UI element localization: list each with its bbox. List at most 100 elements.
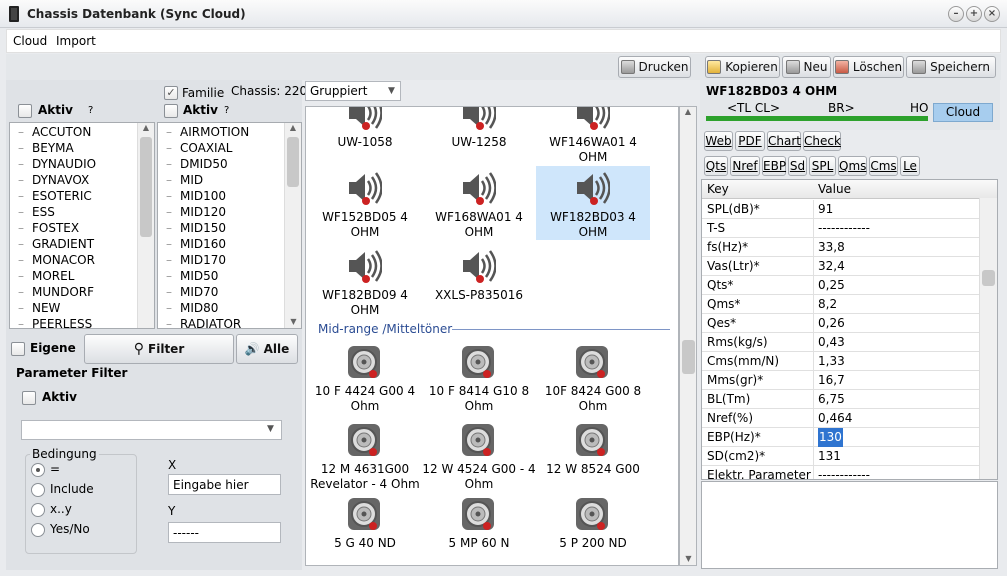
table-row[interactable]: BL(Tm) 6,75 (702, 390, 982, 409)
list-item[interactable]: – MID100 (158, 188, 226, 204)
list-item[interactable]: – MID (158, 172, 203, 188)
param-aktiv-checkbox[interactable] (22, 391, 36, 405)
table-row[interactable]: Vas(Ltr)* 32,4 (702, 257, 982, 276)
chassis-tile[interactable]: 10 F 4424 G00 4 Ohm (308, 340, 422, 414)
chassis-gallery[interactable]: Mid-range /Mitteltöner UW-1058 UW-1258 WF1… (305, 106, 679, 566)
brand-list[interactable]: – ACCUTON – BEYMA – DYNAUDIO – DYNAVOX – ESOTERIC… (9, 122, 155, 329)
list-item[interactable]: – MOREL (10, 268, 74, 284)
table-row[interactable]: SD(cm2)* 131 (702, 447, 982, 466)
scroll-up-icon[interactable]: ▲ (680, 107, 696, 116)
chassis-tile[interactable]: 12 W 4524 G00 - 4 Ohm (422, 418, 536, 492)
table-row[interactable]: Mms(gr)* 16,7 (702, 371, 982, 390)
tab-qms[interactable]: Qms (838, 156, 867, 176)
list-item[interactable]: – BEYMA (10, 140, 74, 156)
list-item[interactable]: – ESOTERIC (10, 188, 92, 204)
group-select[interactable]: Gruppiert (305, 81, 401, 101)
table-row[interactable]: Qes* 0,26 (702, 314, 982, 333)
print-button[interactable]: Drucken (618, 56, 691, 78)
param-value[interactable]: 16,7 (818, 371, 845, 390)
tab-pdf[interactable]: PDF (735, 131, 765, 151)
menu-import[interactable]: Import (56, 34, 96, 48)
new-button[interactable]: Neu (782, 56, 831, 78)
chassis-tile[interactable]: WF182BD09 4 OHM (308, 244, 422, 318)
save-button[interactable]: Speichern (906, 56, 996, 78)
chassis-tile[interactable]: UW-1058 (308, 107, 422, 150)
param-value[interactable]: 6,75 (818, 390, 845, 409)
table-row[interactable]: SPL(dB)* 91 (702, 200, 982, 219)
param-value[interactable]: 131 (818, 447, 841, 466)
table-row[interactable]: Elektr. Parameter ------------ (702, 466, 982, 479)
scroll-thumb[interactable] (982, 270, 995, 286)
key-column-header[interactable]: Key (707, 182, 729, 196)
help-icon[interactable]: ? (224, 105, 229, 116)
parameter-grid[interactable]: Key Value SPL(dB)* 91 T-S ------------ fs(Hz… (701, 179, 998, 480)
table-row[interactable]: Qms* 8,2 (702, 295, 982, 314)
minimize-icon[interactable]: – (948, 6, 964, 22)
list-item[interactable]: – PEERLESS (10, 316, 92, 328)
notes-area[interactable] (701, 481, 998, 569)
copy-button[interactable]: Kopieren (705, 56, 780, 78)
tab-sd[interactable]: Sd (788, 156, 807, 176)
gallery-scrollbar[interactable]: ▲ ▼ (679, 106, 697, 566)
cloud-badge[interactable]: Cloud (933, 103, 993, 122)
param-value[interactable]: 130 (818, 428, 843, 447)
list-item[interactable]: – MID70 (158, 284, 218, 300)
menu-cloud[interactable]: Cloud (13, 34, 47, 48)
brand-scrollbar[interactable]: ▲ (137, 123, 154, 328)
table-row[interactable]: Cms(mm/N) 1,33 (702, 352, 982, 371)
scroll-down-icon[interactable]: ▼ (285, 317, 302, 326)
param-value[interactable]: 8,2 (818, 295, 837, 314)
alle-button[interactable]: 🔊 Alle (236, 334, 298, 364)
param-value[interactable]: 91 (818, 200, 833, 219)
tab-le[interactable]: Le (900, 156, 920, 176)
scroll-up-icon[interactable]: ▲ (138, 123, 154, 132)
param-select[interactable] (21, 420, 282, 440)
chassis-tile[interactable]: 10 F 8414 G10 8 Ohm (422, 340, 536, 414)
chassis-tile[interactable]: 12 M 4631G00 Revelator - 4 Ohm (308, 418, 422, 492)
family-list[interactable]: – AIRMOTION – COAXIAL – DMID50– MID – MID100– MID… (157, 122, 302, 329)
tab-nref[interactable]: Nref (730, 156, 760, 176)
param-value[interactable]: ------------ (818, 466, 870, 479)
chassis-tile[interactable]: WF146WA01 4 OHM (536, 107, 650, 165)
condition-radio[interactable] (31, 483, 45, 497)
table-row[interactable]: Qts* 0,25 (702, 276, 982, 295)
chassis-tile[interactable]: WF168WA01 4 OHM (422, 166, 536, 240)
list-item[interactable]: – MUNDORF (10, 284, 94, 300)
family-scrollbar[interactable]: ▲ ▼ (284, 123, 301, 328)
x-input[interactable]: Eingabe hier (168, 474, 281, 495)
list-item[interactable]: – ESS (10, 204, 55, 220)
list-item[interactable]: – AIRMOTION (158, 124, 249, 140)
scroll-thumb[interactable] (682, 340, 695, 374)
chassis-tile[interactable]: WF152BD05 4 OHM (308, 166, 422, 240)
aktiv-brand-checkbox[interactable] (18, 104, 32, 118)
tab-spl[interactable]: SPL (809, 156, 836, 176)
list-item[interactable]: – GRADIENT (10, 236, 94, 252)
param-value[interactable]: ------------ (818, 219, 870, 238)
familie-checkbox[interactable] (164, 86, 178, 100)
list-item[interactable]: – COAXIAL (158, 140, 232, 156)
help-icon[interactable]: ? (88, 105, 93, 116)
eigene-checkbox[interactable] (11, 342, 25, 356)
list-item[interactable]: – NEW (10, 300, 60, 316)
table-row[interactable]: T-S ------------ (702, 219, 982, 238)
list-item[interactable]: – FOSTEX (10, 220, 79, 236)
chassis-tile[interactable]: 10F 8424 G00 8 Ohm (536, 340, 650, 414)
list-item[interactable]: – RADIATOR (158, 316, 241, 328)
param-value[interactable]: 0,43 (818, 333, 845, 352)
chassis-tile[interactable]: 5 P 200 ND (536, 492, 650, 551)
table-row[interactable]: EBP(Hz)* 130 (702, 428, 982, 447)
tab-qts[interactable]: Qts (704, 156, 728, 176)
maximize-icon[interactable]: + (966, 6, 982, 22)
list-item[interactable]: – MID150 (158, 220, 226, 236)
condition-radio[interactable] (31, 523, 45, 537)
chassis-tile[interactable]: UW-1258 (422, 107, 536, 150)
param-value[interactable]: 0,25 (818, 276, 845, 295)
list-item[interactable]: – MONACOR (10, 252, 95, 268)
list-item[interactable]: – DYNAUDIO (10, 156, 96, 172)
condition-radio[interactable] (31, 503, 45, 517)
table-row[interactable]: fs(Hz)* 33,8 (702, 238, 982, 257)
list-item[interactable]: – DYNAVOX (10, 172, 89, 188)
tab-chart[interactable]: Chart (767, 131, 801, 151)
delete-button[interactable]: Löschen (833, 56, 904, 78)
aktiv-family-checkbox[interactable] (164, 104, 178, 118)
